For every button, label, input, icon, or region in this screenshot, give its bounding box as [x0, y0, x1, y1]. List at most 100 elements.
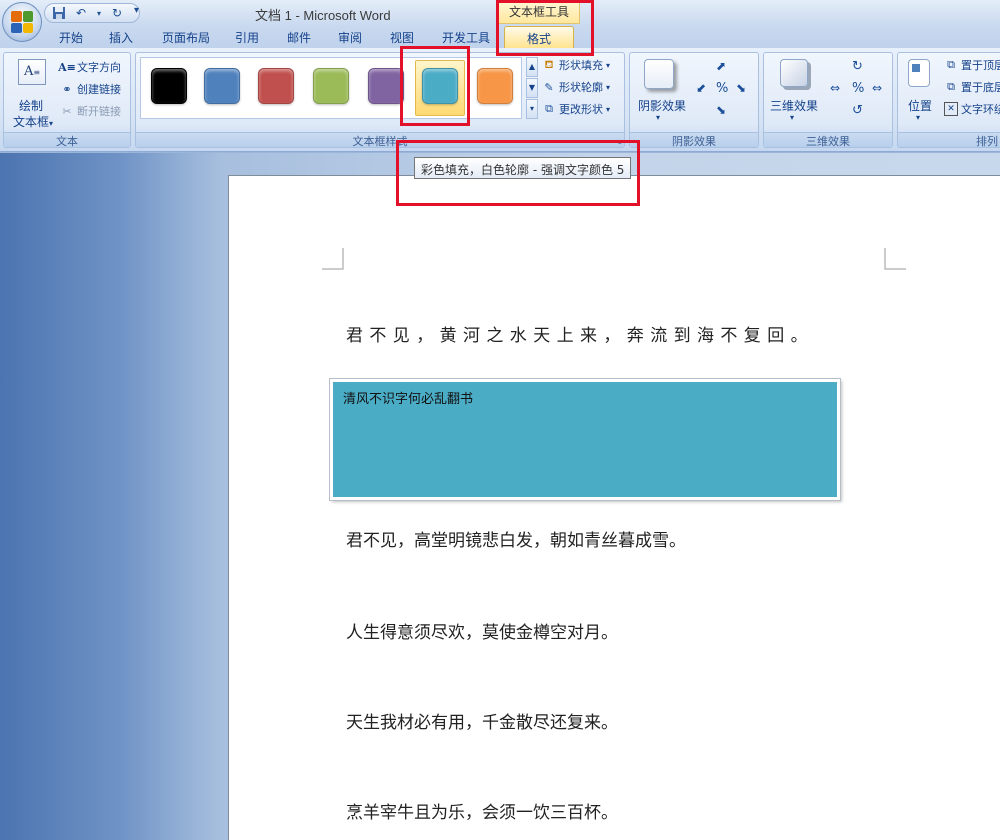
save-icon[interactable] [51, 5, 67, 21]
document-line-4[interactable]: 天生我材必有用，千金散尽还复来。 [346, 708, 618, 733]
document-line-3[interactable]: 人生得意须尽欢，莫使金樽空对月。 [346, 618, 618, 643]
group-textbox-styles-label: 文本框样式 [136, 132, 624, 148]
office-button[interactable] [2, 2, 42, 42]
textbox-icon: A≡ [18, 59, 46, 85]
nudge-shadow-down-icon[interactable]: ⬊ [716, 103, 726, 117]
nudge-shadow-right-icon[interactable]: ⬊ [736, 81, 746, 95]
redo-icon[interactable]: ↻ [109, 5, 125, 21]
dialog-launcher-icon[interactable]: ⌟ [618, 136, 622, 146]
link-icon: ⚭ [62, 82, 72, 96]
draw-textbox-label-2: 文本框▾ [8, 113, 58, 130]
text-wrap-button[interactable]: ✕ 文字环绕 [944, 101, 1000, 117]
style-swatch-purple[interactable] [368, 68, 404, 104]
bring-to-front-button[interactable]: ⧉ 置于顶层 [944, 57, 1000, 73]
3d-effects-label: 三维效果 [769, 99, 818, 113]
style-swatch-orange[interactable] [477, 68, 513, 104]
office-logo-icon [11, 11, 33, 33]
create-link-button[interactable]: ⚭ 创建链接 [60, 81, 121, 97]
document-line-5[interactable]: 烹羊宰牛且为乐，会须一饮三百杯。 [346, 798, 618, 823]
position-button[interactable]: 位置 ▾ [900, 57, 940, 129]
tab-references[interactable]: 引用 [233, 29, 261, 47]
dropdown-arrow-icon: ▾ [49, 119, 54, 128]
change-shape-icon: ⧉ [545, 102, 553, 115]
tilt-down-icon[interactable]: ↺ [852, 103, 863, 118]
gallery-scroll-down[interactable]: ▼ [526, 78, 538, 98]
send-to-back-button[interactable]: ⧉ 置于底层 [944, 79, 1000, 95]
undo-icon[interactable]: ↶ [73, 5, 89, 21]
style-swatch-red[interactable] [258, 68, 294, 104]
text-direction-icon: A≡ [58, 60, 76, 74]
tab-review[interactable]: 审阅 [336, 29, 364, 47]
group-shadow-effects: 阴影效果 ▾ ⬈ ⬋ % ⬊ ⬊ 阴影效果 [629, 52, 759, 148]
shadow-effects-button[interactable]: 阴影效果 ▾ [634, 57, 686, 129]
group-3d-effects-label: 三维效果 [764, 132, 892, 148]
style-swatch-black[interactable] [151, 68, 187, 104]
3d-effects-button[interactable]: 三维效果 ▾ [766, 57, 822, 129]
crop-mark-top-left [322, 248, 344, 270]
position-label: 位置 [907, 99, 932, 113]
text-direction-button[interactable]: A≡ 文字方向 [58, 59, 121, 75]
document-line-2[interactable]: 君不见，高堂明镜悲白发，朝如青丝暮成雪。 [346, 526, 686, 551]
draw-textbox-label-1: 绘制 [18, 99, 43, 113]
send-back-icon: ⧉ [947, 80, 955, 93]
tilt-up-icon[interactable]: ↻ [852, 59, 863, 74]
ribbon: A≡ 绘制 文本框▾ A≡ 文字方向 ⚭ 创建链接 ✂ 断开链接 文本 ▲ ▼ … [0, 48, 1000, 152]
group-arrange: 位置 ▾ ⧉ 置于顶层 ⧉ 置于底层 ✕ 文字环绕 排列 [897, 52, 1000, 148]
shape-fill-button[interactable]: ⛾ 形状填充 ▾ [542, 57, 611, 73]
dropdown-arrow-icon: ▾ [916, 113, 921, 122]
ribbon-tabs: 开始 插入 页面布局 引用 邮件 审阅 视图 开发工具 格式 [0, 26, 1000, 48]
draw-textbox-button[interactable]: A≡ 绘制 文本框▾ [8, 57, 54, 129]
3d-cube-icon [780, 59, 808, 87]
break-link-icon: ✂ [62, 104, 72, 118]
bring-to-front-label: 置于顶层 [961, 59, 1000, 72]
tab-home[interactable]: 开始 [57, 29, 85, 47]
group-text-label: 文本 [4, 132, 130, 148]
style-swatch-green[interactable] [313, 68, 349, 104]
group-shadow-effects-label: 阴影效果 [630, 132, 758, 148]
pen-outline-icon: ✎ [544, 80, 554, 94]
draw-textbox-label-text: 文本框 [12, 115, 49, 129]
group-text: A≡ 绘制 文本框▾ A≡ 文字方向 ⚭ 创建链接 ✂ 断开链接 文本 [3, 52, 131, 148]
shadow-effects-label: 阴影效果 [637, 99, 686, 113]
text-wrap-label: 文字环绕 [961, 103, 1000, 116]
text-wrap-icon: ✕ [944, 102, 958, 116]
text-box-content[interactable]: 清风不识字何必乱翻书 [343, 388, 473, 407]
change-shape-button[interactable]: ⧉ 更改形状 ▾ [542, 101, 610, 117]
tilt-left-icon[interactable]: ⇔ [830, 81, 840, 95]
3d-toggle-icon[interactable]: % [852, 81, 864, 96]
undo-dropdown-icon[interactable]: ▾ [95, 5, 103, 21]
style-swatch-aqua[interactable] [422, 68, 458, 104]
break-link-label: 断开链接 [77, 105, 121, 118]
group-textbox-styles: ▲ ▼ ▾ ⛾ 形状填充 ▾ ✎ 形状轮廓 ▾ ⧉ 更改形状 ▾ 文本框样式 ⌟ [135, 52, 625, 148]
text-box[interactable]: 清风不识字何必乱翻书 [329, 378, 841, 501]
style-gallery [140, 57, 522, 119]
context-tab-title: 文本框工具 [498, 0, 580, 24]
dropdown-arrow-icon: ▾ [606, 82, 611, 92]
tab-page-layout[interactable]: 页面布局 [160, 29, 212, 47]
break-link-button[interactable]: ✂ 断开链接 [60, 103, 121, 119]
gallery-more[interactable]: ▾ [526, 99, 538, 119]
nudge-shadow-up-icon[interactable]: ⬈ [716, 59, 726, 73]
nudge-shadow-left-icon[interactable]: ⬋ [696, 81, 706, 95]
tab-format[interactable]: 格式 [504, 26, 574, 48]
style-tooltip: 彩色填充，白色轮廓 - 强调文字颜色 5 [414, 157, 632, 179]
tab-insert[interactable]: 插入 [107, 29, 135, 47]
dropdown-arrow-icon: ▾ [790, 113, 795, 122]
document-page[interactable] [228, 175, 1000, 840]
shadow-toggle-icon[interactable]: % [716, 81, 728, 96]
dropdown-arrow-icon: ▾ [606, 60, 611, 70]
customize-qat-icon[interactable]: ▾ [134, 5, 139, 16]
dropdown-arrow-icon: ▾ [606, 104, 611, 114]
tab-view[interactable]: 视图 [388, 29, 416, 47]
dropdown-arrow-icon: ▾ [656, 113, 661, 122]
tab-developer[interactable]: 开发工具 [440, 29, 492, 47]
document-line-1[interactable]: 君不见，黄河之水天上来，奔流到海不复回。 [346, 321, 814, 346]
shape-outline-button[interactable]: ✎ 形状轮廓 ▾ [542, 79, 610, 95]
style-swatch-blue[interactable] [204, 68, 240, 104]
gallery-scroll-up[interactable]: ▲ [526, 57, 538, 77]
tab-mailings[interactable]: 邮件 [285, 29, 313, 47]
shape-fill-label: 形状填充 [559, 59, 603, 72]
tilt-right-icon[interactable]: ⇔ [872, 81, 882, 95]
shape-outline-label: 形状轮廓 [559, 81, 603, 94]
shadow-square-icon [644, 59, 674, 89]
